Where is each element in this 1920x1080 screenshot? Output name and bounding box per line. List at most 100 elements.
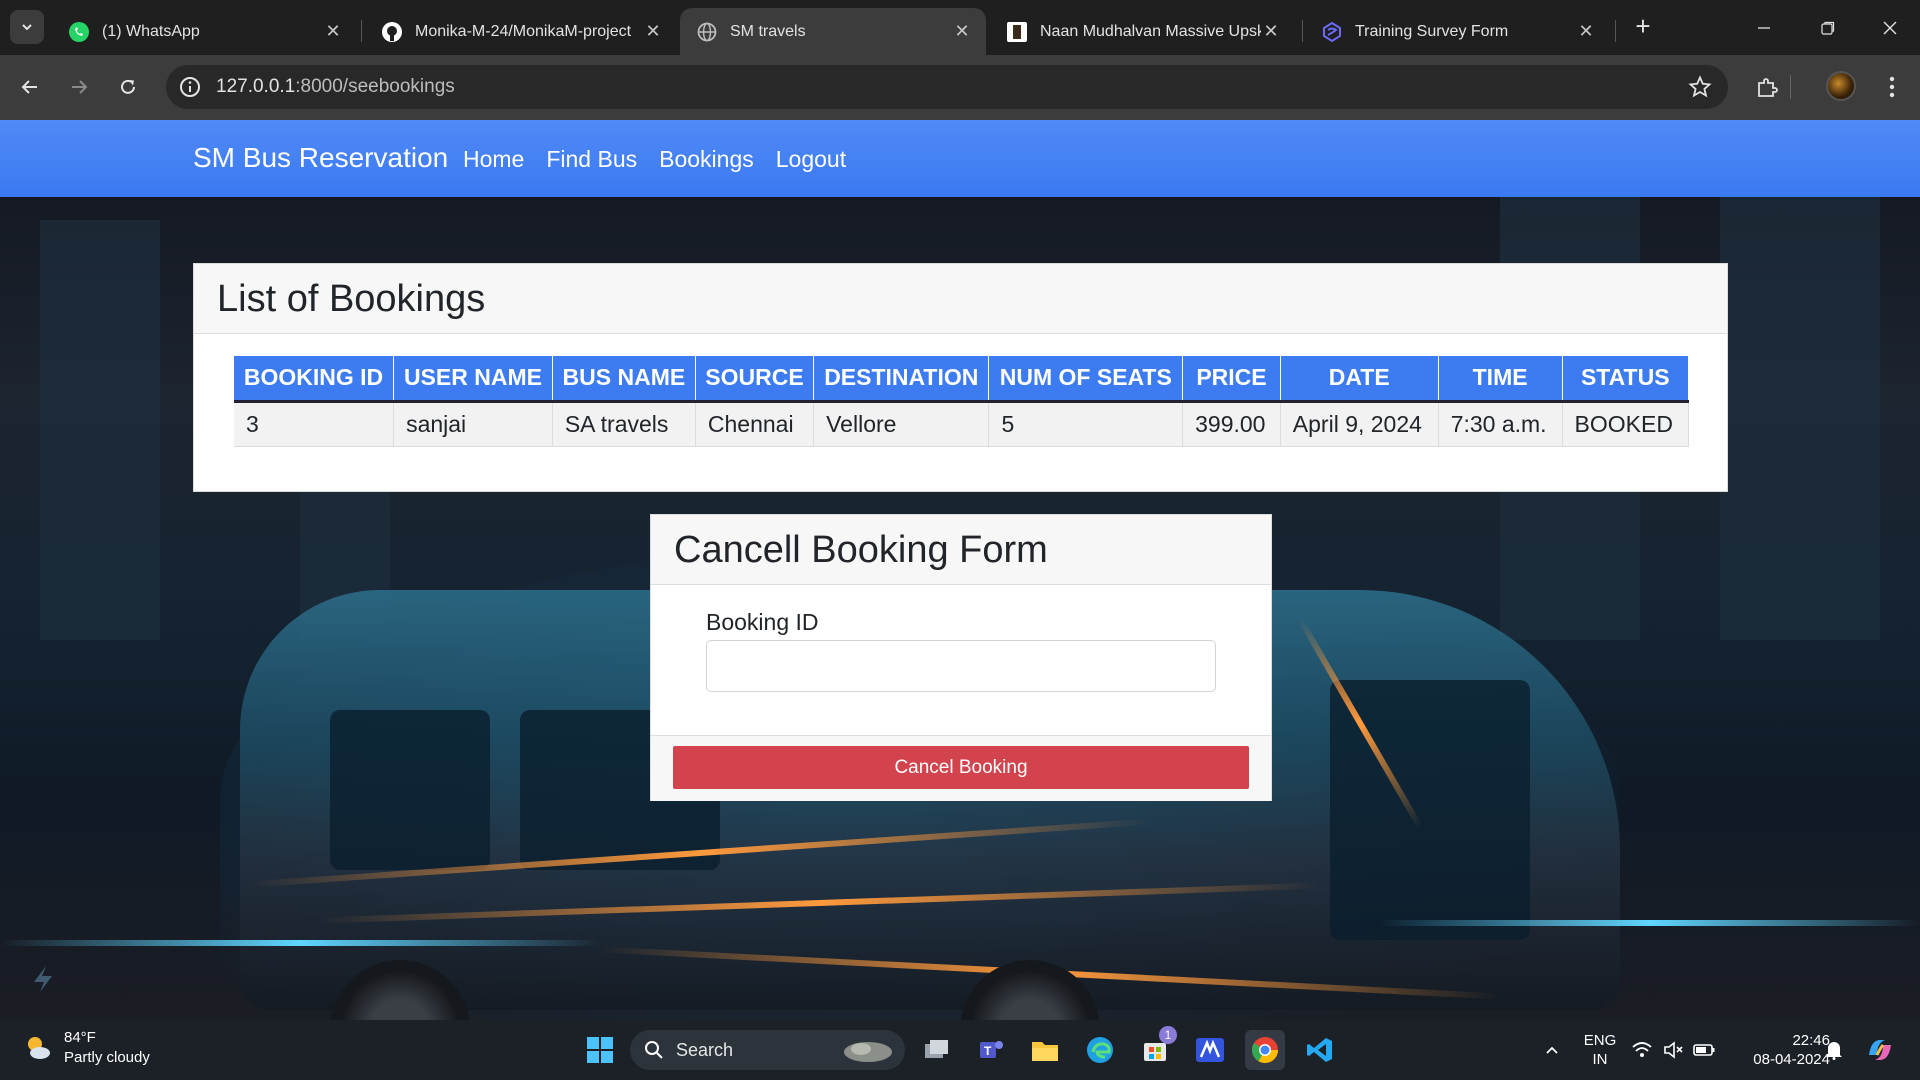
url-text[interactable]: 127.0.0.1:8000/seebookings [216,76,455,98]
tab-separator [361,20,362,42]
minimize-button[interactable] [1732,0,1796,55]
nav-find-bus[interactable]: Find Bus [546,146,637,173]
language-indicator[interactable]: ENG IN [1582,1031,1618,1069]
restore-icon [1821,21,1835,35]
site-navbar: SM Bus Reservation Home Find Bus Booking… [0,120,1920,197]
tab-naan-mudhalvan[interactable]: Naan Mudhalvan Massive Upskil ✕ [990,8,1295,55]
vscode-button[interactable] [1300,1030,1340,1070]
edge-button[interactable] [1080,1030,1120,1070]
bookings-table: BOOKING ID USER NAME BUS NAME SOURCE DES… [234,356,1690,447]
extensions-button[interactable] [1753,73,1781,101]
url-host: 127.0.0.1 [216,76,296,97]
lightning-logo-icon [34,966,52,992]
cell-time: 7:30 a.m. [1438,401,1563,447]
cell-booking-id: 3 [234,401,395,447]
edge-icon [1087,1037,1113,1063]
notifications-button[interactable] [1816,1030,1852,1070]
cancel-card-footer: Cancel Booking [651,735,1271,801]
cell-date: April 9, 2024 [1280,401,1439,447]
new-tab-button[interactable]: + [1628,12,1658,42]
back-button[interactable] [12,69,48,105]
teams-button[interactable]: T [971,1030,1011,1070]
reload-button[interactable] [110,69,146,105]
booking-id-input[interactable] [706,640,1216,692]
cancel-card-header: Cancell Booking Form [651,515,1271,585]
nav-logout[interactable]: Logout [776,146,846,173]
tab-whatsapp[interactable]: (1) WhatsApp ✕ [52,8,357,55]
clock-date: 08-04-2024 [1753,1051,1830,1068]
task-view-icon [925,1040,948,1058]
bookings-title: List of Bookings [217,278,486,320]
arrow-left-icon [21,80,37,94]
start-button[interactable] [580,1030,620,1070]
booking-id-label: Booking ID [706,609,819,635]
quick-settings-button[interactable] [1628,1030,1718,1070]
bell-icon [1826,1042,1842,1060]
speaker-muted-icon [1664,1041,1683,1059]
close-window-button[interactable] [1858,0,1920,55]
tab-sm-travels[interactable]: SM travels ✕ [680,8,986,55]
bookmark-star-icon[interactable] [1688,75,1712,99]
file-explorer-button[interactable] [1025,1030,1065,1070]
browser-tabstrip: (1) WhatsApp ✕ Monika-M-24/MonikaM-proje… [0,0,1920,55]
close-tab-icon[interactable]: ✕ [952,21,972,42]
forward-button[interactable] [61,69,97,105]
survey-icon [1321,21,1343,43]
profile-avatar[interactable] [1826,71,1856,101]
windows-taskbar: 84°F Partly cloudy Search T 1 ENG IN 22:… [0,1020,1920,1080]
chrome-menu-button[interactable] [1878,73,1906,101]
tab-github[interactable]: Monika-M-24/MonikaM-project ✕ [365,8,677,55]
teams-icon: T [980,1041,1003,1058]
copilot-button[interactable] [1860,1030,1900,1070]
store-button[interactable]: 1 [1135,1026,1177,1070]
globe-icon [696,21,718,43]
app-button[interactable] [1190,1030,1230,1070]
nav-home[interactable]: Home [463,146,524,173]
search-highlight-image-icon [844,1042,892,1062]
close-tab-icon[interactable]: ✕ [1576,21,1596,42]
bookings-card-header: List of Bookings [194,264,1727,334]
clock[interactable]: 22:46 08-04-2024 [1730,1031,1830,1069]
notification-badge: 1 [1159,1026,1177,1044]
nav-links: Home Find Bus Bookings Logout [463,146,846,173]
column-header: DESTINATION [813,356,990,403]
column-header: BUS NAME [552,356,696,403]
region-code: IN [1592,1051,1608,1068]
naan-mudhalvan-icon [1006,21,1028,43]
puzzle-icon [1758,78,1778,97]
tab-title: Monika-M-24/MonikaM-project [415,22,632,40]
column-header: NUM OF SEATS [988,356,1184,403]
close-tab-icon[interactable]: ✕ [323,21,343,42]
toolbar-divider [1790,75,1791,99]
restore-button[interactable] [1796,0,1860,55]
nav-bookings[interactable]: Bookings [659,146,754,173]
close-tab-icon[interactable]: ✕ [1261,21,1281,42]
reload-icon [121,79,135,94]
cancel-form-title: Cancell Booking Form [674,529,1048,571]
task-view-button[interactable] [917,1030,957,1070]
column-header: USER NAME [393,356,553,403]
brand-link[interactable]: SM Bus Reservation [193,142,448,174]
site-info-icon[interactable] [178,75,202,99]
tab-separator [1615,20,1616,42]
weather-widget[interactable]: 84°F Partly cloudy [22,1028,150,1068]
address-bar[interactable]: 127.0.0.1:8000/seebookings [166,65,1728,109]
column-header: DATE [1280,356,1439,403]
tab-search-button[interactable] [10,10,44,44]
taskbar-search[interactable]: Search [630,1030,905,1070]
bg-building [1720,120,1880,640]
partly-cloudy-icon [28,1037,50,1059]
windows-logo-icon [587,1037,613,1063]
cancel-booking-button[interactable]: Cancel Booking [673,746,1249,789]
minimize-icon [1758,26,1770,29]
tab-training-survey[interactable]: Training Survey Form ✕ [1305,8,1610,55]
copilot-icon [1869,1040,1891,1060]
chevron-down-icon [22,24,32,31]
whatsapp-icon [68,21,90,43]
chrome-taskbar-button[interactable] [1245,1030,1285,1070]
table-header-row: BOOKING ID USER NAME BUS NAME SOURCE DES… [234,356,1690,403]
column-header: PRICE [1182,356,1281,403]
browser-toolbar: 127.0.0.1:8000/seebookings [0,55,1920,120]
show-hidden-icons-button[interactable] [1534,1030,1570,1070]
close-tab-icon[interactable]: ✕ [643,21,663,42]
